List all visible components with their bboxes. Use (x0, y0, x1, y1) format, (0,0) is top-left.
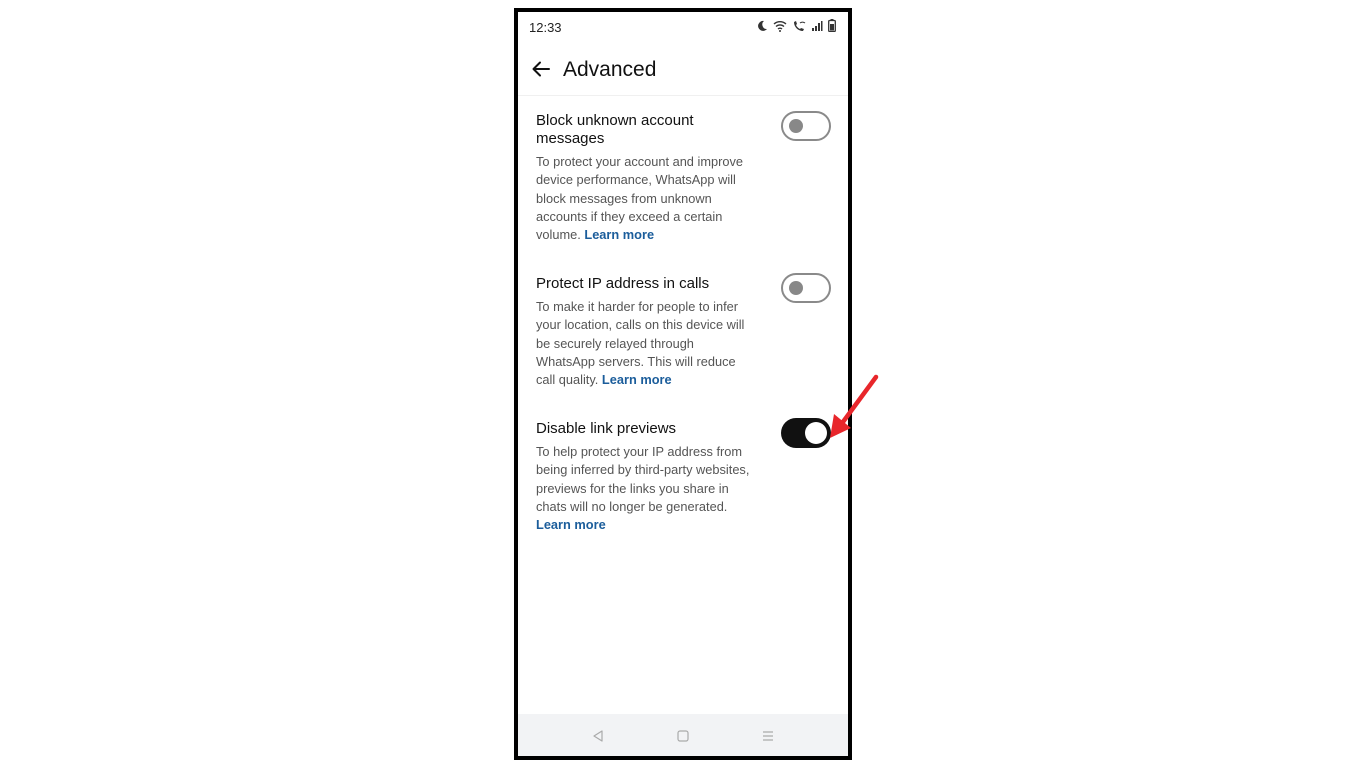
back-triangle-icon (593, 730, 603, 742)
wifi-icon (773, 20, 787, 32)
phone-frame: 12:33 Advanced Block unknown account mes… (514, 8, 852, 760)
setting-title: Disable link previews (536, 420, 677, 437)
moon-icon (758, 20, 767, 31)
toggle-knob (789, 281, 803, 295)
nav-recents-button[interactable] (758, 726, 778, 746)
arrow-left-icon (532, 61, 550, 77)
setting-description: To protect your account and improve devi… (536, 153, 756, 244)
nav-back-button[interactable] (588, 726, 608, 746)
status-time: 12:33 (529, 20, 562, 35)
recents-menu-icon (763, 731, 773, 741)
back-button[interactable] (526, 54, 556, 84)
signal-icon (812, 20, 823, 31)
setting-description: To make it harder for people to infer yo… (536, 298, 756, 389)
toggle-block-unknown-messages[interactable] (781, 111, 831, 141)
page-title: Advanced (563, 58, 657, 81)
toggle-disable-link-previews[interactable] (781, 418, 831, 448)
setting-title: Block unknown account messages (536, 112, 694, 147)
learn-more-link[interactable]: Learn more (536, 517, 606, 532)
status-icons (756, 19, 836, 32)
setting-description-text: To help protect your IP address from bei… (536, 444, 750, 514)
wifi-call-icon (794, 20, 806, 31)
status-bar: 12:33 (518, 12, 848, 42)
app-bar: Advanced (518, 42, 848, 96)
setting-description: To help protect your IP address from bei… (536, 443, 756, 534)
nav-home-button[interactable] (673, 726, 693, 746)
learn-more-link[interactable]: Learn more (584, 227, 654, 242)
annotation-arrow-icon (830, 374, 879, 438)
home-square-icon (677, 730, 689, 742)
system-nav-bar (518, 714, 848, 756)
battery-icon (828, 19, 836, 32)
setting-title: Protect IP address in calls (536, 275, 710, 292)
toggle-protect-ip-calls[interactable] (781, 273, 831, 303)
toggle-knob (805, 422, 827, 444)
learn-more-link[interactable]: Learn more (602, 372, 672, 387)
toggle-knob (789, 119, 803, 133)
